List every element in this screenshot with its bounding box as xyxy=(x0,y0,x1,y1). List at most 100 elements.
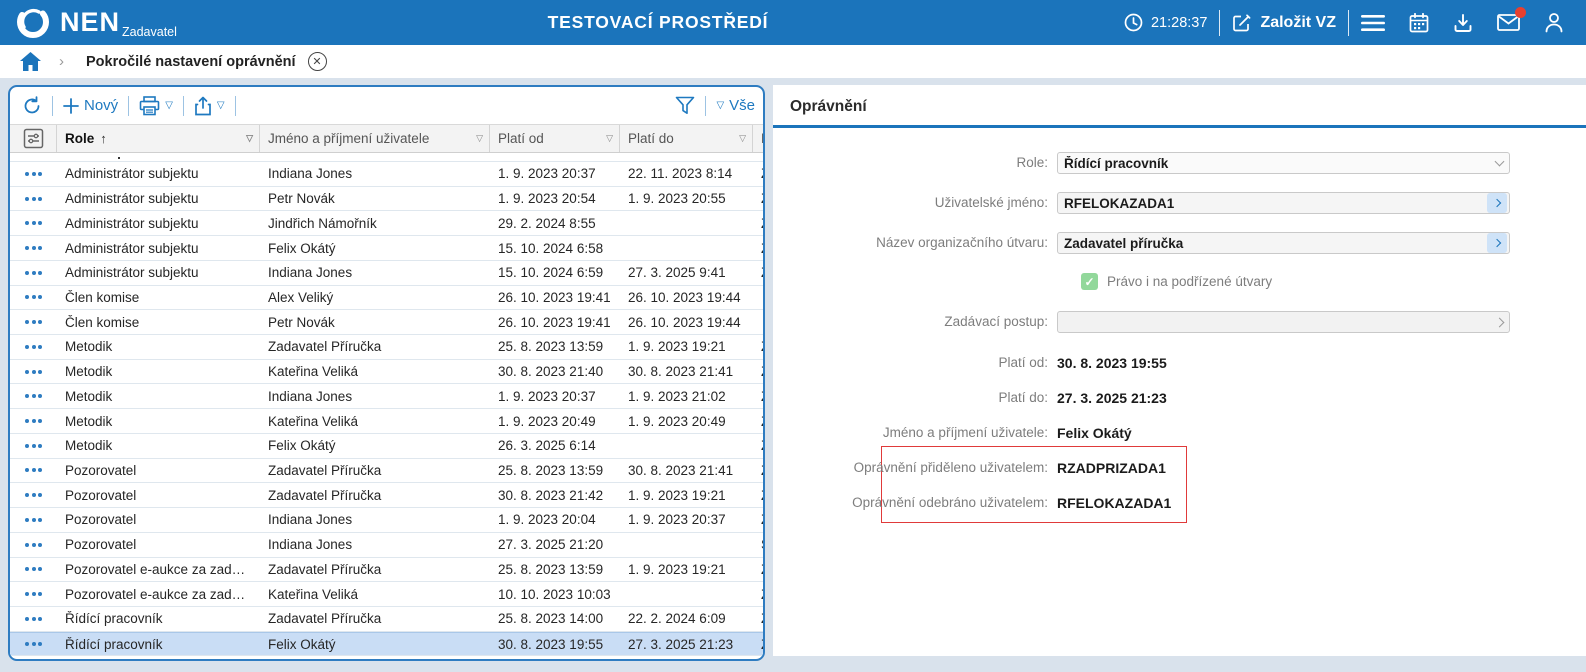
messages-button[interactable] xyxy=(1485,0,1532,45)
filter-role-icon[interactable]: ▽ xyxy=(246,133,253,144)
table-row[interactable]: Řídící pracovníkZadavatel Příručka25. 8.… xyxy=(10,607,763,632)
home-button[interactable] xyxy=(20,52,41,71)
calendar-button[interactable] xyxy=(1397,0,1441,45)
three-dots-icon xyxy=(25,642,42,646)
three-dots-icon xyxy=(25,444,42,448)
row-menu-button[interactable] xyxy=(10,394,57,398)
cell-valid-from: 1. 9. 2023 20:37 xyxy=(490,166,620,181)
row-menu-button[interactable] xyxy=(10,370,57,374)
column-header-org-unit-clipped[interactable]: N xyxy=(753,125,765,152)
breadcrumb-page-title: Pokročilé nastavení oprávnění xyxy=(86,54,296,70)
menu-button[interactable] xyxy=(1349,0,1397,45)
cell-name: Indiana Jones xyxy=(260,265,490,280)
table-row[interactable]: Pozorovatel e-aukce za zadava...Kateřina… xyxy=(10,582,763,607)
download-button[interactable] xyxy=(1441,0,1485,45)
filter-valid-from-icon[interactable]: ▽ xyxy=(606,133,613,144)
column-settings-button[interactable] xyxy=(10,125,57,152)
cell-valid-to: 1. 9. 2023 19:21 xyxy=(620,488,753,503)
username-lookup-button[interactable] xyxy=(1487,193,1507,213)
row-menu-button[interactable] xyxy=(10,246,57,250)
row-menu-button[interactable] xyxy=(10,642,57,646)
cell-role: Člen komise xyxy=(57,315,260,330)
column-header-valid-to[interactable]: Platí do ▽ xyxy=(620,125,753,152)
table-row[interactable]: Administrátor subjektuPetr Novák1. 9. 20… xyxy=(10,187,763,212)
table-row[interactable]: Administrátor subjektuFelix Okátý15. 10.… xyxy=(10,236,763,261)
cell-name: Indiana Jones xyxy=(260,389,490,404)
cell-valid-from: 30. 8. 2023 21:42 xyxy=(490,488,620,503)
refresh-button[interactable] xyxy=(22,96,42,116)
view-filter-label: Vše xyxy=(729,97,755,114)
cell-name: Alex Veliký xyxy=(260,290,490,305)
table-row[interactable]: PozorovatelZadavatel Příručka30. 8. 2023… xyxy=(10,483,763,508)
column-header-valid-from[interactable]: Platí od ▽ xyxy=(490,125,620,152)
compose-icon xyxy=(1232,13,1252,33)
role-select[interactable]: Řídící pracovník xyxy=(1057,152,1510,174)
table-row[interactable]: Řídící pracovníkFelix Okátý30. 8. 2023 1… xyxy=(10,632,763,657)
calendar-icon xyxy=(1409,13,1429,33)
sub-units-checkbox[interactable]: ✓ xyxy=(1081,273,1098,290)
row-menu-button[interactable] xyxy=(10,518,57,522)
procedure-lookup-icon[interactable] xyxy=(1495,317,1505,327)
procedure-label: Zadávací postup: xyxy=(773,311,1048,333)
export-dropdown-icon[interactable]: ▽ xyxy=(217,100,225,111)
row-menu-button[interactable] xyxy=(10,543,57,547)
cell-name: Kateřina Veliká xyxy=(260,414,490,429)
table-row[interactable]: PozorovatelIndiana Jones1. 9. 2023 20:04… xyxy=(10,508,763,533)
row-menu-button[interactable] xyxy=(10,221,57,225)
table-row[interactable]: Administrátor subjektuIndiana Jones1. 9.… xyxy=(10,162,763,187)
row-menu-button[interactable] xyxy=(10,320,57,324)
row-menu-button[interactable] xyxy=(10,617,57,621)
print-dropdown-icon[interactable]: ▽ xyxy=(165,100,173,111)
table-row[interactable]: PozorovatelIndiana Jones27. 3. 2025 21:2… xyxy=(10,533,763,558)
table-row[interactable]: MetodikIndiana Jones1. 9. 2023 20:371. 9… xyxy=(10,384,763,409)
cell-valid-from: 10. 10. 2023 10:03 xyxy=(490,587,620,602)
row-menu-button[interactable] xyxy=(10,345,57,349)
field-row-sub-units: ✓ Právo i na podřízené útvary xyxy=(773,273,1586,290)
profile-button[interactable] xyxy=(1532,0,1576,45)
table-row[interactable]: MetodikZadavatel Příručka25. 8. 2023 13:… xyxy=(10,335,763,360)
filter-name-icon[interactable]: ▽ xyxy=(476,133,483,144)
row-menu-button[interactable] xyxy=(10,197,57,201)
username-field[interactable]: RFELOKAZADA1 xyxy=(1057,192,1510,214)
table-row[interactable]: MetodikKateřina Veliká1. 9. 2023 20:491.… xyxy=(10,409,763,434)
filter-button[interactable] xyxy=(675,96,695,115)
row-menu-button[interactable] xyxy=(10,419,57,423)
row-menu-button[interactable] xyxy=(10,468,57,472)
cell-role: Metodik xyxy=(57,339,260,354)
nen-logo[interactable]: NEN Zadavatel xyxy=(14,3,177,41)
row-menu-button[interactable] xyxy=(10,271,57,275)
cell-valid-to: 30. 8. 2023 21:41 xyxy=(620,463,753,478)
org-unit-field[interactable]: Zadavatel příručka xyxy=(1057,232,1510,254)
view-filter-dropdown[interactable]: ▽ Vše xyxy=(716,97,755,114)
row-menu-button[interactable] xyxy=(10,567,57,571)
filter-valid-to-icon[interactable]: ▽ xyxy=(739,133,746,144)
create-vz-button[interactable]: Založit VZ xyxy=(1220,0,1348,45)
row-menu-button[interactable] xyxy=(10,295,57,299)
print-button[interactable]: ▽ xyxy=(139,96,173,116)
breadcrumb: › Pokročilé nastavení oprávnění ✕ xyxy=(0,45,1586,78)
table-row[interactable]: PozorovatelZadavatel Příručka25. 8. 2023… xyxy=(10,459,763,484)
cell-valid-to: 1. 9. 2023 20:55 xyxy=(620,191,753,206)
row-menu-button[interactable] xyxy=(10,444,57,448)
column-header-role[interactable]: Role ↑ ▽ xyxy=(57,125,260,152)
column-header-name[interactable]: Jméno a příjmení uživatele ▽ xyxy=(260,125,490,152)
procedure-field[interactable] xyxy=(1057,311,1510,333)
table-row[interactable]: MetodikFelix Okátý26. 3. 2025 6:14Z xyxy=(10,434,763,459)
close-tab-icon[interactable]: ✕ xyxy=(308,52,327,71)
three-dots-icon xyxy=(25,493,42,497)
table-row[interactable]: Člen komiseAlex Veliký26. 10. 2023 19:41… xyxy=(10,286,763,311)
row-menu-button[interactable] xyxy=(10,592,57,596)
row-menu-button[interactable] xyxy=(10,172,57,176)
table-row[interactable]: Člen komisePetr Novák26. 10. 2023 19:412… xyxy=(10,310,763,335)
clock-icon xyxy=(1124,13,1143,32)
table-row[interactable]: Administrátor subjektuJindřich Námořník2… xyxy=(10,211,763,236)
divider xyxy=(52,96,53,116)
row-menu-button[interactable] xyxy=(10,493,57,497)
table-row[interactable]: Pozorovatel e-aukce za zadava...Zadavate… xyxy=(10,558,763,583)
table-row[interactable]: MetodikKateřina Veliká30. 8. 2023 21:403… xyxy=(10,360,763,385)
table-row[interactable]: Administrátor subjektuIndiana Jones15. 1… xyxy=(10,261,763,286)
cell-role: Administrátor subjektu xyxy=(57,265,260,280)
org-unit-lookup-button[interactable] xyxy=(1487,233,1507,253)
new-record-button[interactable]: Nový xyxy=(63,97,118,114)
export-button[interactable]: ▽ xyxy=(194,96,225,116)
